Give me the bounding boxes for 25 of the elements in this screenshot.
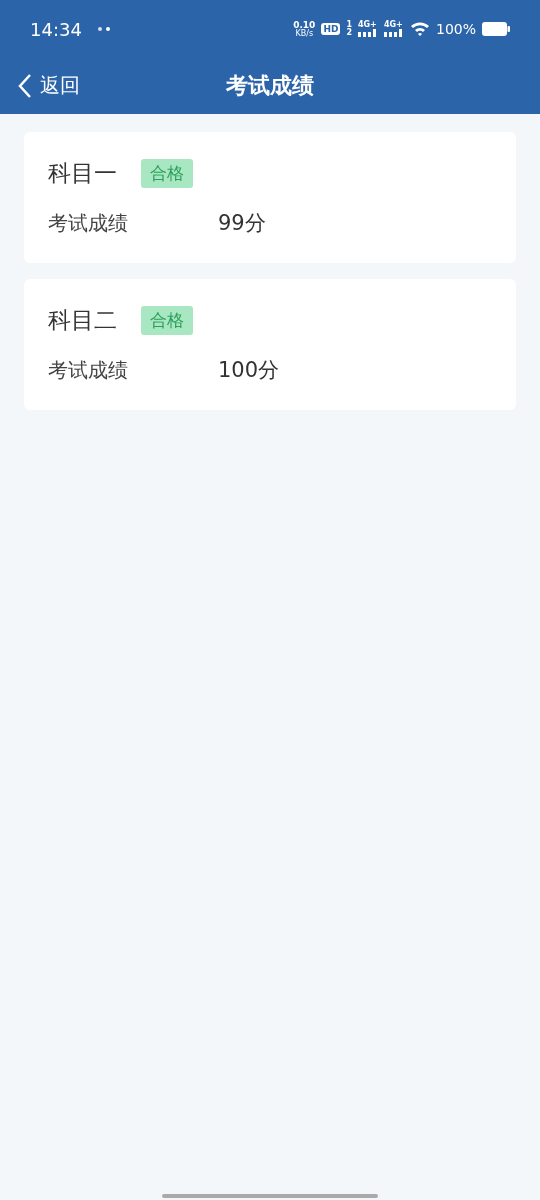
speed-unit: KB/s bbox=[295, 29, 314, 38]
signal-icon bbox=[383, 29, 404, 37]
hd-badge: HD bbox=[321, 23, 341, 35]
sim-number: 2 bbox=[346, 29, 352, 37]
score-value: 100分 bbox=[218, 357, 280, 384]
signal-icon bbox=[357, 29, 378, 37]
status-tag: 合格 bbox=[141, 306, 193, 335]
score-value: 99分 bbox=[218, 210, 266, 237]
page-title: 考试成绩 bbox=[226, 72, 314, 100]
score-label: 考试成绩 bbox=[48, 356, 129, 384]
score-label: 考试成绩 bbox=[48, 209, 129, 237]
battery-icon bbox=[482, 22, 510, 36]
subject-name: 科目一 bbox=[48, 159, 117, 188]
network-type: 4G+ bbox=[383, 21, 403, 29]
network-speed: 0.10 bbox=[293, 20, 316, 30]
battery-level: 100% bbox=[435, 21, 476, 37]
clock: 14:34 bbox=[30, 18, 82, 40]
network-type: 4G+ bbox=[357, 21, 377, 29]
chevron-left-icon bbox=[18, 72, 32, 99]
subject-name: 科目二 bbox=[48, 306, 117, 335]
back-button[interactable]: 返回 bbox=[16, 70, 82, 101]
wifi-icon bbox=[409, 21, 430, 37]
sim-number: 1 bbox=[346, 21, 352, 29]
status-tag: 合格 bbox=[141, 159, 193, 188]
notification-dots-icon bbox=[97, 26, 110, 32]
